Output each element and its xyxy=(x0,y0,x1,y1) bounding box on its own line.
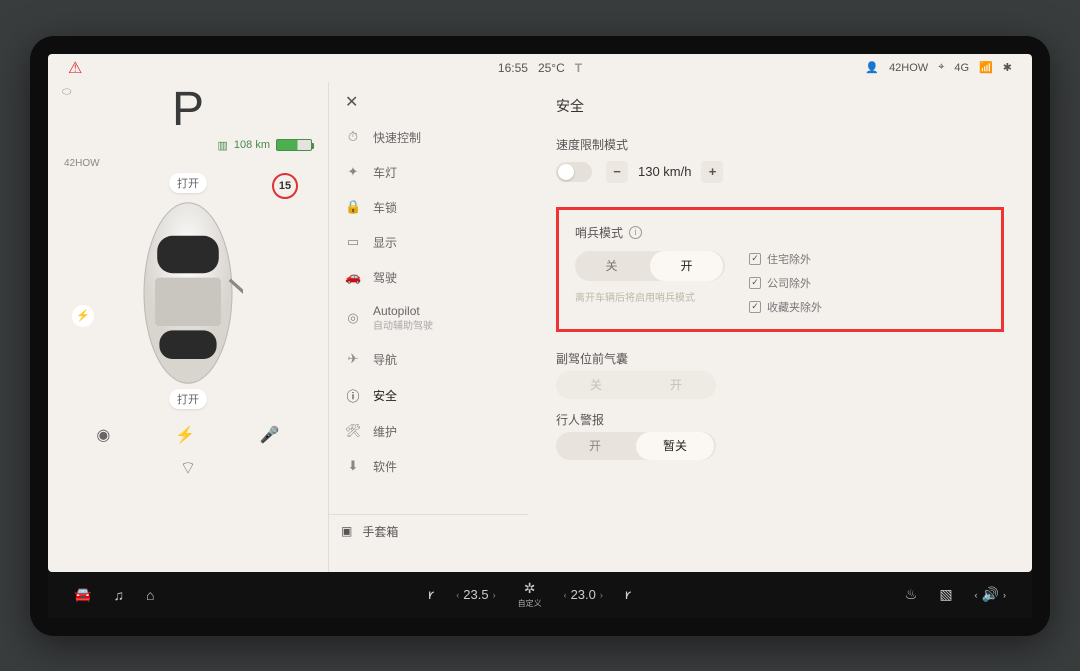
check-icon: ✓ xyxy=(749,277,761,289)
car-icon: 🚗 xyxy=(345,269,361,285)
nav-locks[interactable]: 🔒车锁 xyxy=(329,190,528,225)
nav-navigation[interactable]: ✈导航 xyxy=(329,342,528,377)
display-icon: ▭ xyxy=(345,234,361,250)
passenger-airbag-label: 副驾位前气囊 xyxy=(556,350,1004,367)
dock-car-icon[interactable]: 🚘 xyxy=(74,586,91,603)
vehicle-panel: ⬭ P ▥ 108 km 42HOW 15 打开 xyxy=(48,82,328,572)
fan-icon: ✲ xyxy=(524,580,536,596)
passenger-airbag-toggle[interactable]: 关 开 xyxy=(556,371,716,399)
bluetooth-icon[interactable]: ✱ xyxy=(1003,61,1012,74)
pedestrian-temp-off-option[interactable]: 暂关 xyxy=(636,432,714,460)
compass-icon: ✈ xyxy=(345,351,361,367)
airbag-off-option[interactable]: 关 xyxy=(556,371,636,399)
status-time: 16:55 xyxy=(498,61,528,75)
battery-icon: ▥ xyxy=(218,139,228,152)
light-icon: ✦ xyxy=(345,164,361,180)
gear-indicator: P xyxy=(64,82,312,137)
dock-left-temp[interactable]: ‹23.5› xyxy=(456,587,495,602)
status-bar: ⚠ 16:55 25°C T 👤 42HOW ⌖ 4G 📶 ✱ xyxy=(48,54,1032,82)
gauge-icon: ⏱ xyxy=(345,129,361,145)
info-icon: ⓘ xyxy=(345,386,361,405)
sentry-mode-note: 离开车辆后将启用哨兵模式 xyxy=(575,289,725,304)
network-type: 4G xyxy=(954,62,969,74)
nav-driving[interactable]: 🚗驾驶 xyxy=(329,260,528,295)
sentry-mode-toggle[interactable]: 关 开 xyxy=(575,251,725,281)
download-icon: ⬇ xyxy=(345,458,361,474)
nav-quick-controls[interactable]: ⏱快速控制 xyxy=(329,120,528,155)
dock-fan-button[interactable]: ✲自定义 xyxy=(518,580,542,609)
lock-icon: 🔒 xyxy=(345,199,361,215)
sentry-mode-label: 哨兵模式 xyxy=(575,224,623,241)
status-profile-name[interactable]: 42HOW xyxy=(889,62,928,74)
check-icon: ✓ xyxy=(749,301,761,313)
voice-command-icon[interactable]: 🎤 xyxy=(260,425,280,445)
battery-level-bar xyxy=(276,139,312,151)
speed-limit-increase-button[interactable]: + xyxy=(701,161,723,183)
settings-sidebar: ✕ ⏱快速控制 ✦车灯 🔒车锁 ▭显示 🚗驾驶 ◎Autopilot自动辅助驾驶… xyxy=(328,82,528,572)
car-top-view xyxy=(133,194,243,392)
dock-right-seat-heater-icon[interactable]: 𐑾 xyxy=(625,585,631,604)
pedestrian-warning-label: 行人警报 xyxy=(556,411,1004,428)
dock-music-icon[interactable]: ♫ xyxy=(113,587,124,603)
nav-safety[interactable]: ⓘ安全 xyxy=(329,377,528,414)
exclude-work-checkbox[interactable]: ✓公司除外 xyxy=(749,275,822,291)
airbag-warning-icon: ⚠ xyxy=(68,58,82,78)
dashcam-icon[interactable]: ◉ xyxy=(96,425,110,445)
dock-apps-icon[interactable]: ⌂ xyxy=(146,587,154,603)
glovebox-button[interactable]: ▣ 手套箱 xyxy=(329,514,528,548)
glovebox-icon: ▣ xyxy=(341,524,352,538)
nav-software[interactable]: ⬇软件 xyxy=(329,449,528,484)
airbag-on-option[interactable]: 开 xyxy=(636,371,716,399)
speed-limit-sign: 15 xyxy=(272,173,298,199)
wrench-icon: 🛠 xyxy=(345,423,361,439)
nav-display[interactable]: ▭显示 xyxy=(329,225,528,260)
safety-settings-panel: 安全 速度限制模式 − 130 km/h + 哨兵模式 i xyxy=(528,82,1032,572)
pedestrian-warning-toggle[interactable]: 开 暂关 xyxy=(556,432,716,460)
gps-icon: ⌖ xyxy=(938,61,944,74)
dock-defrost-rear-icon[interactable]: ▧ xyxy=(939,586,952,603)
dock-left-seat-heater-icon[interactable]: 𐑾 xyxy=(428,585,434,604)
dock-volume-icon[interactable]: ‹🔊› xyxy=(975,586,1006,603)
exclude-home-checkbox[interactable]: ✓住宅除外 xyxy=(749,251,822,267)
range-value: 108 km xyxy=(234,139,270,151)
tesla-logo-icon: T xyxy=(575,61,582,75)
check-icon: ✓ xyxy=(749,253,761,265)
front-door-open-label[interactable]: 打开 xyxy=(169,173,207,193)
profile-icon[interactable]: 👤 xyxy=(865,61,879,74)
dock-defrost-front-icon[interactable]: ♨ xyxy=(905,586,918,603)
close-settings-button[interactable]: ✕ xyxy=(345,92,365,112)
speed-limit-value: 130 km/h xyxy=(638,164,691,179)
sentry-mode-section: 哨兵模式 i 关 开 离开车辆后将启用哨兵模式 ✓住宅除外 xyxy=(556,207,1004,332)
sentry-info-icon[interactable]: i xyxy=(629,226,642,239)
nav-autopilot[interactable]: ◎Autopilot自动辅助驾驶 xyxy=(329,295,528,342)
rear-door-open-label[interactable]: 打开 xyxy=(169,389,207,409)
frunk-icon[interactable]: ⬭ xyxy=(62,86,71,99)
left-profile-name[interactable]: 42HOW xyxy=(64,158,312,169)
speed-limit-mode-toggle[interactable] xyxy=(556,162,592,182)
speed-limit-decrease-button[interactable]: − xyxy=(606,161,628,183)
pedestrian-on-option[interactable]: 开 xyxy=(556,432,634,460)
nav-lights[interactable]: ✦车灯 xyxy=(329,155,528,190)
panel-title: 安全 xyxy=(556,96,1004,116)
bolt-icon[interactable]: ⚡ xyxy=(175,425,195,445)
steering-icon: ◎ xyxy=(345,310,361,326)
nav-service[interactable]: 🛠维护 xyxy=(329,414,528,449)
wiper-icon[interactable]: ⌔ xyxy=(64,457,312,480)
speed-limit-mode-label: 速度限制模式 xyxy=(556,136,1004,153)
bottom-dock: 🚘 ♫ ⌂ 𐑾 ‹23.5› ✲自定义 ‹23.0› 𐑾 ♨ ▧ ‹🔊› xyxy=(48,572,1032,618)
exclude-favorites-checkbox[interactable]: ✓收藏夹除外 xyxy=(749,299,822,315)
sentry-on-option[interactable]: 开 xyxy=(650,251,723,281)
dock-right-temp[interactable]: ‹23.0› xyxy=(564,587,603,602)
sentry-off-option[interactable]: 关 xyxy=(575,251,648,281)
signal-icon: 📶 xyxy=(979,61,993,74)
charge-port-icon[interactable]: ⚡ xyxy=(72,305,94,327)
status-temperature: 25°C xyxy=(538,61,565,75)
speed-limit-stepper: − 130 km/h + xyxy=(606,161,723,183)
